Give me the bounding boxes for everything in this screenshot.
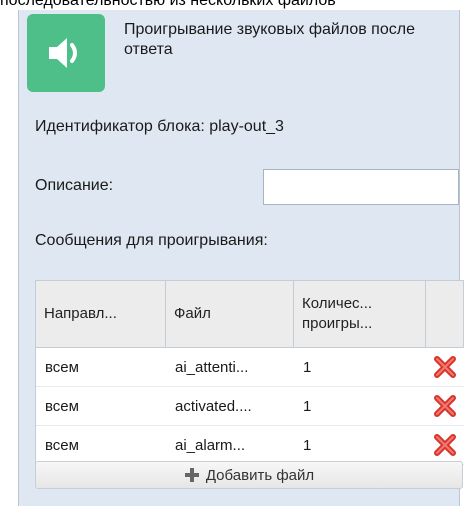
count-cell: 1 (303, 397, 312, 415)
table-row[interactable]: всем activated.... 1 (36, 387, 464, 426)
file-cell: ai_attenti... (175, 358, 249, 376)
column-header-file[interactable]: Файл (166, 281, 294, 347)
delete-button[interactable] (426, 387, 464, 425)
column-header-count[interactable]: Количес... проигры... (294, 281, 426, 347)
table-row[interactable]: всем ai_alarm... 1 (36, 426, 464, 465)
delete-icon (434, 395, 456, 417)
count-cell: 1 (303, 358, 312, 376)
description-label: Описание: (35, 177, 114, 194)
delete-icon (434, 356, 456, 378)
table-row[interactable]: всем ai_attenti... 1 (36, 348, 464, 387)
delete-button[interactable] (426, 426, 464, 464)
speaker-icon (27, 14, 105, 92)
add-file-label: Добавить файл (205, 466, 315, 484)
add-file-button[interactable]: Добавить файл (35, 461, 463, 489)
block-header: Проигрывание звуковых файлов после ответ… (27, 14, 447, 94)
file-cell: activated.... (175, 397, 252, 415)
column-header-direction[interactable]: Направл... (36, 281, 166, 347)
block-id-label: Идентификатор блока: play-out_3 (35, 118, 284, 135)
table-header: Направл... Файл Количес... проигры... (36, 281, 464, 348)
file-cell: ai_alarm... (175, 436, 246, 454)
count-cell: 1 (303, 436, 312, 454)
delete-icon (434, 434, 456, 456)
direction-cell: всем (45, 358, 79, 376)
block-settings-panel: Проигрывание звуковых файлов после ответ… (18, 10, 464, 506)
plus-icon (184, 467, 200, 483)
messages-table: Направл... Файл Количес... проигры... вс… (35, 280, 464, 465)
direction-cell: всем (45, 436, 79, 454)
block-title: Проигрывание звуковых файлов после ответ… (124, 21, 415, 58)
direction-cell: всем (45, 397, 79, 415)
messages-label: Сообщения для проигрывания: (35, 232, 268, 249)
delete-button[interactable] (426, 348, 464, 386)
description-input[interactable] (263, 169, 459, 205)
page-header-text: последовательностью из нескольких файлов (0, 0, 336, 9)
column-header-actions (426, 281, 464, 347)
